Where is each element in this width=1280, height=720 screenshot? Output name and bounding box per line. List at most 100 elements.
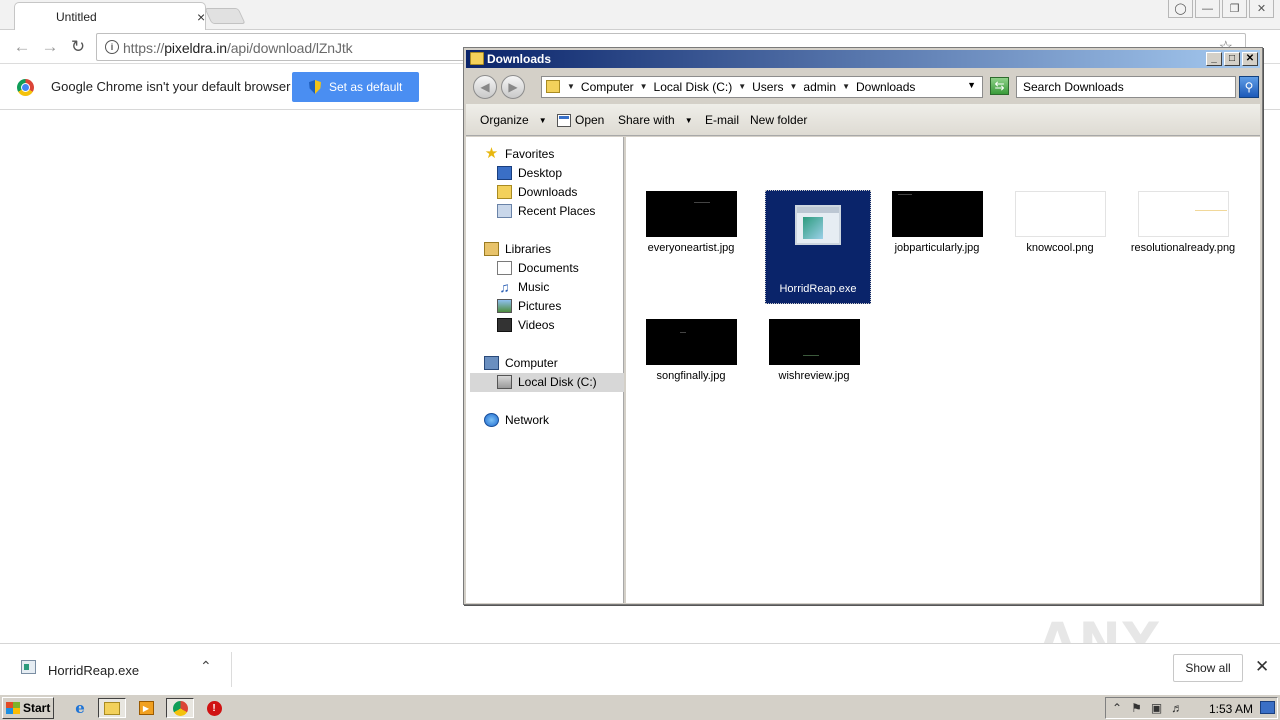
nav-libraries[interactable]: Libraries bbox=[484, 242, 551, 256]
divider bbox=[231, 652, 232, 687]
explorer-titlebar[interactable]: Downloads _ □ ✕ bbox=[466, 50, 1260, 68]
explorer-forward-icon[interactable]: ▶ bbox=[501, 75, 525, 99]
file-item[interactable]: knowcool.png bbox=[1007, 191, 1113, 255]
network-tray-icon[interactable]: ▣ bbox=[1151, 701, 1162, 715]
show-all-button[interactable]: Show all bbox=[1173, 654, 1243, 682]
nav-pictures-label: Pictures bbox=[518, 299, 562, 313]
new-folder-button[interactable]: New folder bbox=[750, 113, 807, 127]
windows-logo-icon bbox=[6, 702, 20, 714]
profile-icon[interactable]: ◯ bbox=[1168, 0, 1193, 18]
file-name: wishreview.jpg bbox=[778, 370, 850, 382]
taskbar: Start e ▶ ! ⌃ ⚑ ▣ ♬ 1:53 AM bbox=[0, 694, 1280, 720]
exe-file-icon bbox=[21, 660, 36, 674]
explorer-refresh-icon[interactable]: ⇆ bbox=[990, 77, 1009, 95]
file-list: everyoneartist.jpg HorridReap.exe jobpar… bbox=[626, 137, 1260, 603]
reload-icon[interactable]: ↻ bbox=[68, 37, 88, 57]
explorer-maximize-icon[interactable]: □ bbox=[1224, 52, 1240, 66]
stop-icon[interactable]: ! bbox=[200, 698, 228, 718]
search-input[interactable]: Search Downloads bbox=[1016, 76, 1236, 98]
nav-network[interactable]: Network bbox=[484, 413, 549, 427]
chevron-down-icon[interactable]: ▼ bbox=[564, 80, 578, 94]
file-item[interactable]: resolutionalready.png bbox=[1130, 191, 1236, 255]
breadcrumb-computer[interactable]: Computer bbox=[578, 80, 637, 94]
nav-computer[interactable]: Computer bbox=[484, 356, 558, 370]
file-item[interactable]: everyoneartist.jpg bbox=[638, 191, 744, 255]
file-item-selected[interactable]: HorridReap.exe bbox=[765, 190, 871, 304]
back-icon[interactable]: ← bbox=[12, 37, 32, 57]
nav-downloads[interactable]: Downloads bbox=[497, 185, 577, 199]
file-item[interactable]: jobparticularly.jpg bbox=[884, 191, 990, 255]
nav-desktop[interactable]: Desktop bbox=[497, 166, 562, 180]
start-button[interactable]: Start bbox=[2, 697, 54, 719]
organize-label: Organize bbox=[480, 113, 529, 127]
url-text: https://pixeldra.in/api/download/lZnJtk bbox=[123, 40, 353, 56]
tab-strip: Untitled × ◯ — ❐ ✕ bbox=[0, 0, 1280, 31]
address-dropdown-icon[interactable]: ▼ bbox=[967, 80, 976, 90]
file-name: jobparticularly.jpg bbox=[894, 242, 980, 254]
chevron-down-icon[interactable]: ▼ bbox=[786, 80, 800, 94]
close-shelf-icon[interactable]: ✕ bbox=[1255, 657, 1269, 677]
nav-videos[interactable]: Videos bbox=[497, 318, 554, 332]
show-desktop-icon[interactable] bbox=[1260, 701, 1275, 714]
explorer-taskbar-icon[interactable] bbox=[98, 698, 126, 718]
chevron-down-icon[interactable]: ▼ bbox=[735, 80, 749, 94]
set-as-default-label: Set as default bbox=[329, 80, 403, 94]
close-window-icon[interactable]: ✕ bbox=[1249, 0, 1274, 18]
tab-close-icon[interactable]: × bbox=[197, 9, 205, 25]
file-thumbnail bbox=[645, 319, 737, 365]
organize-button[interactable]: Organize ▼ bbox=[480, 113, 547, 127]
chevron-up-icon[interactable]: ⌃ bbox=[200, 658, 212, 675]
nav-music-label: Music bbox=[518, 280, 550, 294]
explorer-minimize-icon[interactable]: _ bbox=[1206, 52, 1222, 66]
search-icon[interactable]: ⚲ bbox=[1239, 76, 1259, 98]
restore-icon[interactable]: ❐ bbox=[1222, 0, 1247, 18]
nav-favorites[interactable]: ★ Favorites bbox=[484, 145, 555, 162]
breadcrumb-local-disk[interactable]: Local Disk (C:) bbox=[651, 80, 736, 94]
breadcrumb-downloads[interactable]: Downloads bbox=[853, 80, 918, 94]
explorer-close-icon[interactable]: ✕ bbox=[1242, 52, 1258, 66]
breadcrumb-users[interactable]: Users bbox=[749, 80, 786, 94]
chevron-down-icon[interactable]: ▼ bbox=[839, 80, 853, 94]
info-icon[interactable]: i bbox=[105, 40, 119, 54]
star-icon: ★ bbox=[484, 145, 499, 162]
new-tab-button[interactable] bbox=[204, 8, 246, 24]
set-as-default-button[interactable]: Set as default bbox=[292, 72, 419, 102]
open-button[interactable]: Open bbox=[557, 113, 604, 127]
file-item[interactable]: wishreview.jpg bbox=[761, 319, 867, 383]
minimize-icon[interactable]: — bbox=[1195, 0, 1220, 18]
explorer-back-icon[interactable]: ◀ bbox=[473, 75, 497, 99]
chevron-down-icon[interactable]: ▼ bbox=[637, 80, 651, 94]
explorer-address-bar[interactable]: ▼ Computer ▼ Local Disk (C:) ▼ Users ▼ a… bbox=[541, 76, 983, 98]
clock[interactable]: 1:53 AM bbox=[1209, 702, 1253, 716]
forward-icon[interactable]: → bbox=[40, 37, 60, 57]
breadcrumb-admin[interactable]: admin bbox=[800, 80, 839, 94]
nav-pictures[interactable]: Pictures bbox=[497, 299, 561, 313]
videos-icon bbox=[497, 318, 512, 332]
share-with-button[interactable]: Share with ▼ bbox=[618, 113, 693, 127]
nav-local-disk[interactable]: Local Disk (C:) bbox=[497, 375, 597, 389]
volume-icon[interactable]: ♬ bbox=[1171, 701, 1183, 715]
share-with-label: Share with bbox=[618, 113, 675, 127]
show-hidden-icons-icon[interactable]: ⌃ bbox=[1112, 701, 1122, 715]
nav-recent-places[interactable]: Recent Places bbox=[497, 204, 595, 218]
download-item-name[interactable]: HorridReap.exe bbox=[48, 663, 139, 678]
nav-documents[interactable]: Documents bbox=[497, 261, 579, 275]
browser-tab[interactable]: Untitled × bbox=[14, 2, 206, 31]
infobar-message: Google Chrome isn't your default browser bbox=[51, 79, 291, 94]
downloads-folder-icon bbox=[497, 185, 512, 199]
file-name: HorridReap.exe bbox=[779, 283, 857, 295]
nav-music[interactable]: ♫ Music bbox=[497, 280, 549, 294]
chrome-taskbar-icon[interactable] bbox=[166, 698, 194, 718]
download-shelf: HorridReap.exe ⌃ Show all ✕ bbox=[0, 643, 1280, 694]
flag-icon[interactable]: ⚑ bbox=[1131, 701, 1142, 715]
internet-explorer-icon[interactable]: e bbox=[66, 698, 94, 718]
file-item[interactable]: songfinally.jpg bbox=[638, 319, 744, 383]
thumb-detail bbox=[802, 355, 819, 356]
email-button[interactable]: E-mail bbox=[705, 113, 739, 127]
media-player-icon[interactable]: ▶ bbox=[132, 698, 160, 718]
ie-glyph: e bbox=[75, 699, 85, 717]
computer-icon bbox=[484, 356, 499, 370]
thumb-detail bbox=[897, 194, 912, 195]
file-name: everyoneartist.jpg bbox=[647, 242, 735, 254]
navigation-pane: ★ Favorites Desktop Downloads Recent Plac… bbox=[466, 137, 624, 603]
